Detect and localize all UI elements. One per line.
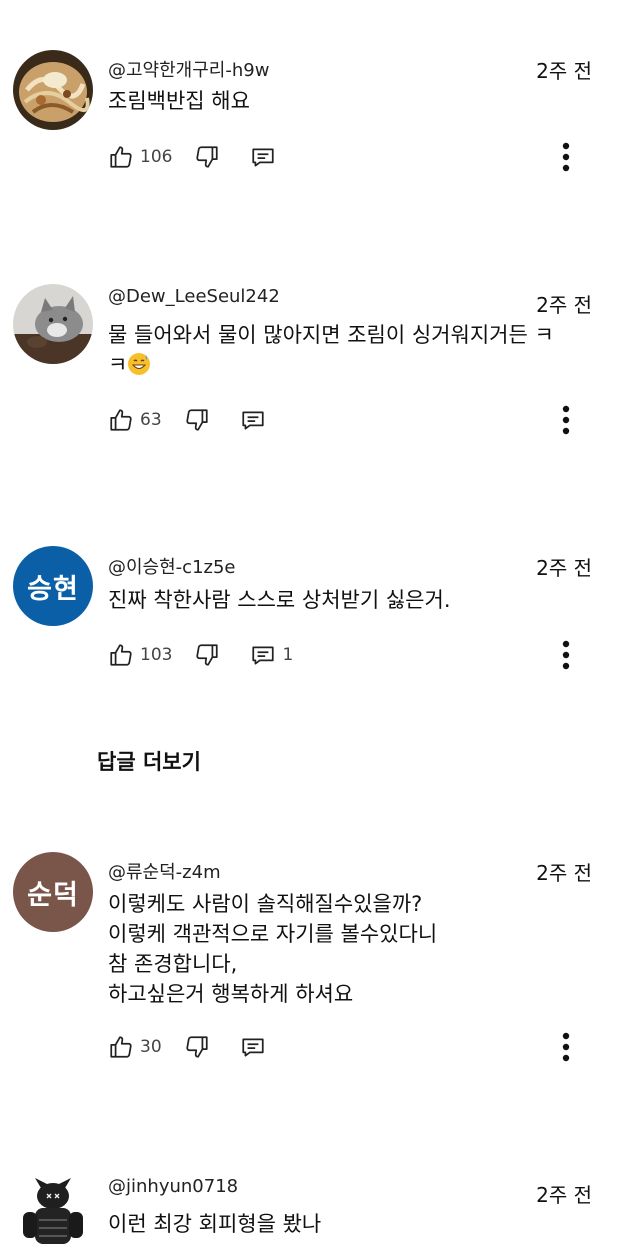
comment-item: @jinhyun0718 2주 전 이런 최강 회피형을 봤나 xyxy=(0,0,628,1256)
comment-timestamp: 2주 전 xyxy=(536,1183,592,1207)
avatar[interactable] xyxy=(13,1172,93,1252)
figure-photo-icon xyxy=(13,1172,93,1252)
comment-text: 이런 최강 회피형을 봤나 xyxy=(108,1212,322,1236)
comment-author[interactable]: @jinhyun0718 xyxy=(108,1176,238,1197)
